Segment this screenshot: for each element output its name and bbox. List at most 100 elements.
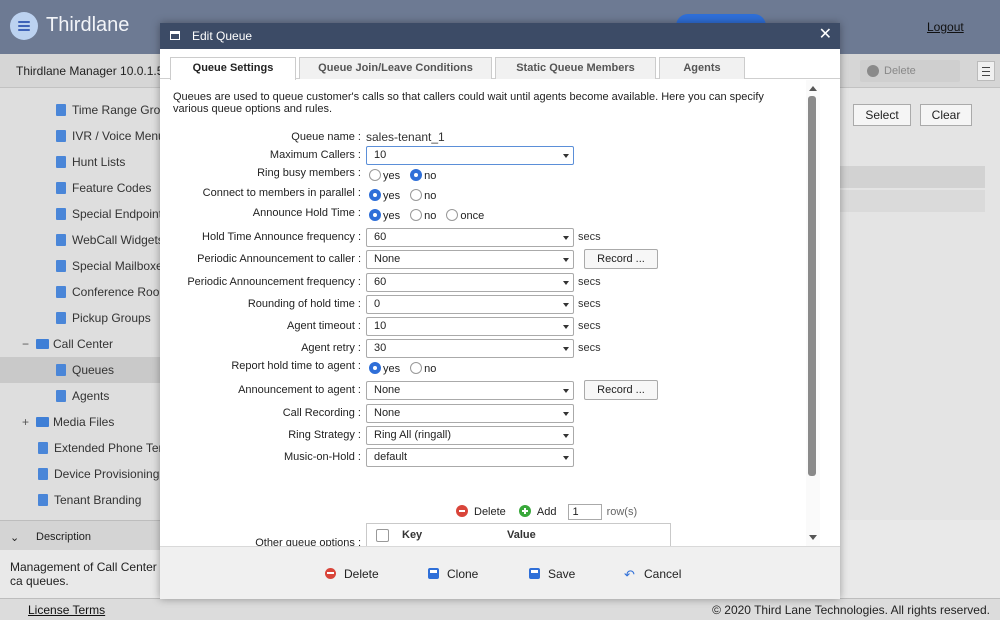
menu-icon[interactable] bbox=[977, 61, 995, 81]
select-button[interactable]: Select bbox=[853, 104, 911, 126]
cancel-label: Cancel bbox=[644, 567, 682, 581]
rounding-unit: secs bbox=[578, 298, 601, 310]
periodic-freq-select[interactable]: 60 bbox=[366, 273, 574, 292]
rows-count-input[interactable]: 1 bbox=[567, 504, 602, 520]
tab-agents[interactable]: Agents bbox=[659, 57, 745, 79]
tab-queue-settings[interactable]: Queue Settings bbox=[170, 57, 296, 80]
radio-option-once[interactable]: once bbox=[446, 209, 484, 222]
radio-button[interactable] bbox=[369, 169, 381, 181]
delete-icon bbox=[325, 568, 336, 579]
sidebar-item[interactable]: Tenant Branding bbox=[38, 487, 141, 513]
radio-button[interactable] bbox=[410, 362, 423, 374]
sidebar-item[interactable]: Queues bbox=[0, 357, 160, 383]
record-periodic-button[interactable]: Record ... bbox=[584, 249, 658, 269]
clear-button[interactable]: Clear bbox=[920, 104, 972, 126]
document-icon bbox=[56, 156, 66, 168]
announce-agent-value: None bbox=[374, 384, 401, 396]
save-icon bbox=[529, 568, 540, 579]
radio-label: yes bbox=[383, 190, 401, 202]
grid-delete-label: Delete bbox=[474, 505, 506, 518]
sidebar-item[interactable]: Special Endpoints bbox=[56, 201, 160, 227]
radio-button[interactable] bbox=[410, 189, 423, 201]
call-recording-select[interactable]: None bbox=[366, 404, 574, 423]
sidebar-item[interactable]: IVR / Voice Menus bbox=[56, 123, 160, 149]
sidebar-item[interactable]: Pickup Groups bbox=[56, 305, 151, 331]
radio-option-no[interactable]: no bbox=[410, 189, 436, 202]
ring-busy-radio-group: yes no bbox=[369, 169, 446, 182]
table-row[interactable] bbox=[840, 166, 985, 188]
scroll-up-icon[interactable] bbox=[809, 86, 817, 91]
radio-button[interactable] bbox=[369, 209, 381, 221]
radio-option-yes[interactable]: yes bbox=[369, 189, 400, 202]
agent-timeout-select[interactable]: 10 bbox=[366, 317, 574, 336]
collapse-icon[interactable]: − bbox=[22, 331, 32, 357]
sidebar-item[interactable]: Agents bbox=[56, 383, 109, 409]
radio-option-no[interactable]: no bbox=[410, 362, 436, 375]
scroll-thumb[interactable] bbox=[808, 96, 816, 476]
agent-retry-select[interactable]: 30 bbox=[366, 339, 574, 358]
radio-option-no[interactable]: no bbox=[410, 169, 436, 182]
document-icon bbox=[56, 286, 66, 298]
document-icon bbox=[56, 104, 66, 116]
report-hold-radio-group: yes no bbox=[369, 362, 446, 375]
rounding-select[interactable]: 0 bbox=[366, 295, 574, 314]
queue-name-label: Queue name : bbox=[291, 131, 361, 143]
record-agent-button[interactable]: Record ... bbox=[584, 380, 658, 400]
sidebar-item-label: Pickup Groups bbox=[72, 311, 151, 325]
sidebar-item[interactable]: Extended Phone Temp bbox=[38, 435, 160, 461]
radio-button[interactable] bbox=[369, 362, 381, 374]
right-panel: Select Clear bbox=[840, 88, 1000, 520]
sidebar-item[interactable]: Time Range Group bbox=[56, 97, 160, 123]
table-row[interactable] bbox=[840, 190, 985, 212]
close-icon[interactable]: ✕ bbox=[819, 26, 832, 44]
delete-selected-button[interactable]: Delete Selected bbox=[860, 60, 960, 99]
radio-option-yes[interactable]: yes bbox=[369, 362, 400, 375]
sidebar-item[interactable]: Feature Codes bbox=[56, 175, 151, 201]
radio-option-yes[interactable]: yes bbox=[369, 169, 400, 182]
grid-add-label: Add bbox=[536, 505, 557, 518]
ring-strategy-select[interactable]: Ring All (ringall) bbox=[366, 426, 574, 445]
dialog-scrollbar[interactable] bbox=[806, 80, 820, 546]
sidebar-item[interactable]: Special Mailboxes bbox=[56, 253, 160, 279]
sidebar-item[interactable]: − Call Center bbox=[22, 331, 113, 357]
settings-form: Queues are used to queue customer's call… bbox=[160, 80, 840, 546]
dialog-footer: Delete Clone Save ↶ Cancel bbox=[160, 546, 840, 599]
scroll-down-icon[interactable] bbox=[809, 535, 817, 540]
sidebar-item[interactable]: Hunt Lists bbox=[56, 149, 125, 175]
document-icon bbox=[56, 364, 66, 376]
tab-static-queue-members[interactable]: Static Queue Members bbox=[495, 57, 656, 79]
save-button[interactable]: Save bbox=[529, 567, 575, 581]
max-callers-select[interactable]: 10 bbox=[366, 146, 574, 165]
hold-freq-select[interactable]: 60 bbox=[366, 228, 574, 247]
hold-freq-value: 60 bbox=[374, 231, 387, 243]
chevron-down-icon: ⌄ bbox=[10, 532, 20, 544]
periodic-caller-select[interactable]: None bbox=[366, 250, 574, 269]
license-terms-link[interactable]: License Terms bbox=[28, 603, 105, 617]
tab-join-leave-conditions[interactable]: Queue Join/Leave Conditions bbox=[299, 57, 492, 79]
select-all-checkbox[interactable] bbox=[376, 529, 389, 542]
description-header[interactable]: ⌄ Description bbox=[0, 520, 160, 550]
sidebar-item[interactable]: + Media Files bbox=[22, 409, 114, 435]
document-icon bbox=[56, 130, 66, 142]
grid-delete-button[interactable]: Delete bbox=[456, 504, 506, 518]
radio-option-yes[interactable]: yes bbox=[369, 209, 400, 222]
sidebar-item[interactable]: WebCall Widgets bbox=[56, 227, 160, 253]
radio-button[interactable] bbox=[410, 209, 423, 221]
cancel-button[interactable]: ↶ Cancel bbox=[624, 567, 681, 581]
ring-strategy-label: Ring Strategy : bbox=[288, 429, 361, 441]
expand-icon[interactable]: + bbox=[22, 409, 32, 435]
moh-select[interactable]: default bbox=[366, 448, 574, 467]
sidebar-item[interactable]: Conference Room bbox=[56, 279, 160, 305]
radio-option-no[interactable]: no bbox=[410, 209, 436, 222]
delete-button[interactable]: Delete bbox=[325, 567, 379, 581]
radio-button[interactable] bbox=[369, 189, 381, 201]
radio-button[interactable] bbox=[446, 209, 459, 221]
logout-link[interactable]: Logout bbox=[927, 20, 964, 34]
max-callers-label: Maximum Callers : bbox=[269, 149, 361, 161]
radio-button[interactable] bbox=[410, 169, 423, 181]
clone-button[interactable]: Clone bbox=[428, 567, 478, 581]
announce-agent-select[interactable]: None bbox=[366, 381, 574, 400]
sidebar-item[interactable]: Device Provisioning bbox=[38, 461, 159, 487]
grid-add-button[interactable]: Add bbox=[518, 504, 557, 518]
radio-label: yes bbox=[383, 363, 401, 375]
